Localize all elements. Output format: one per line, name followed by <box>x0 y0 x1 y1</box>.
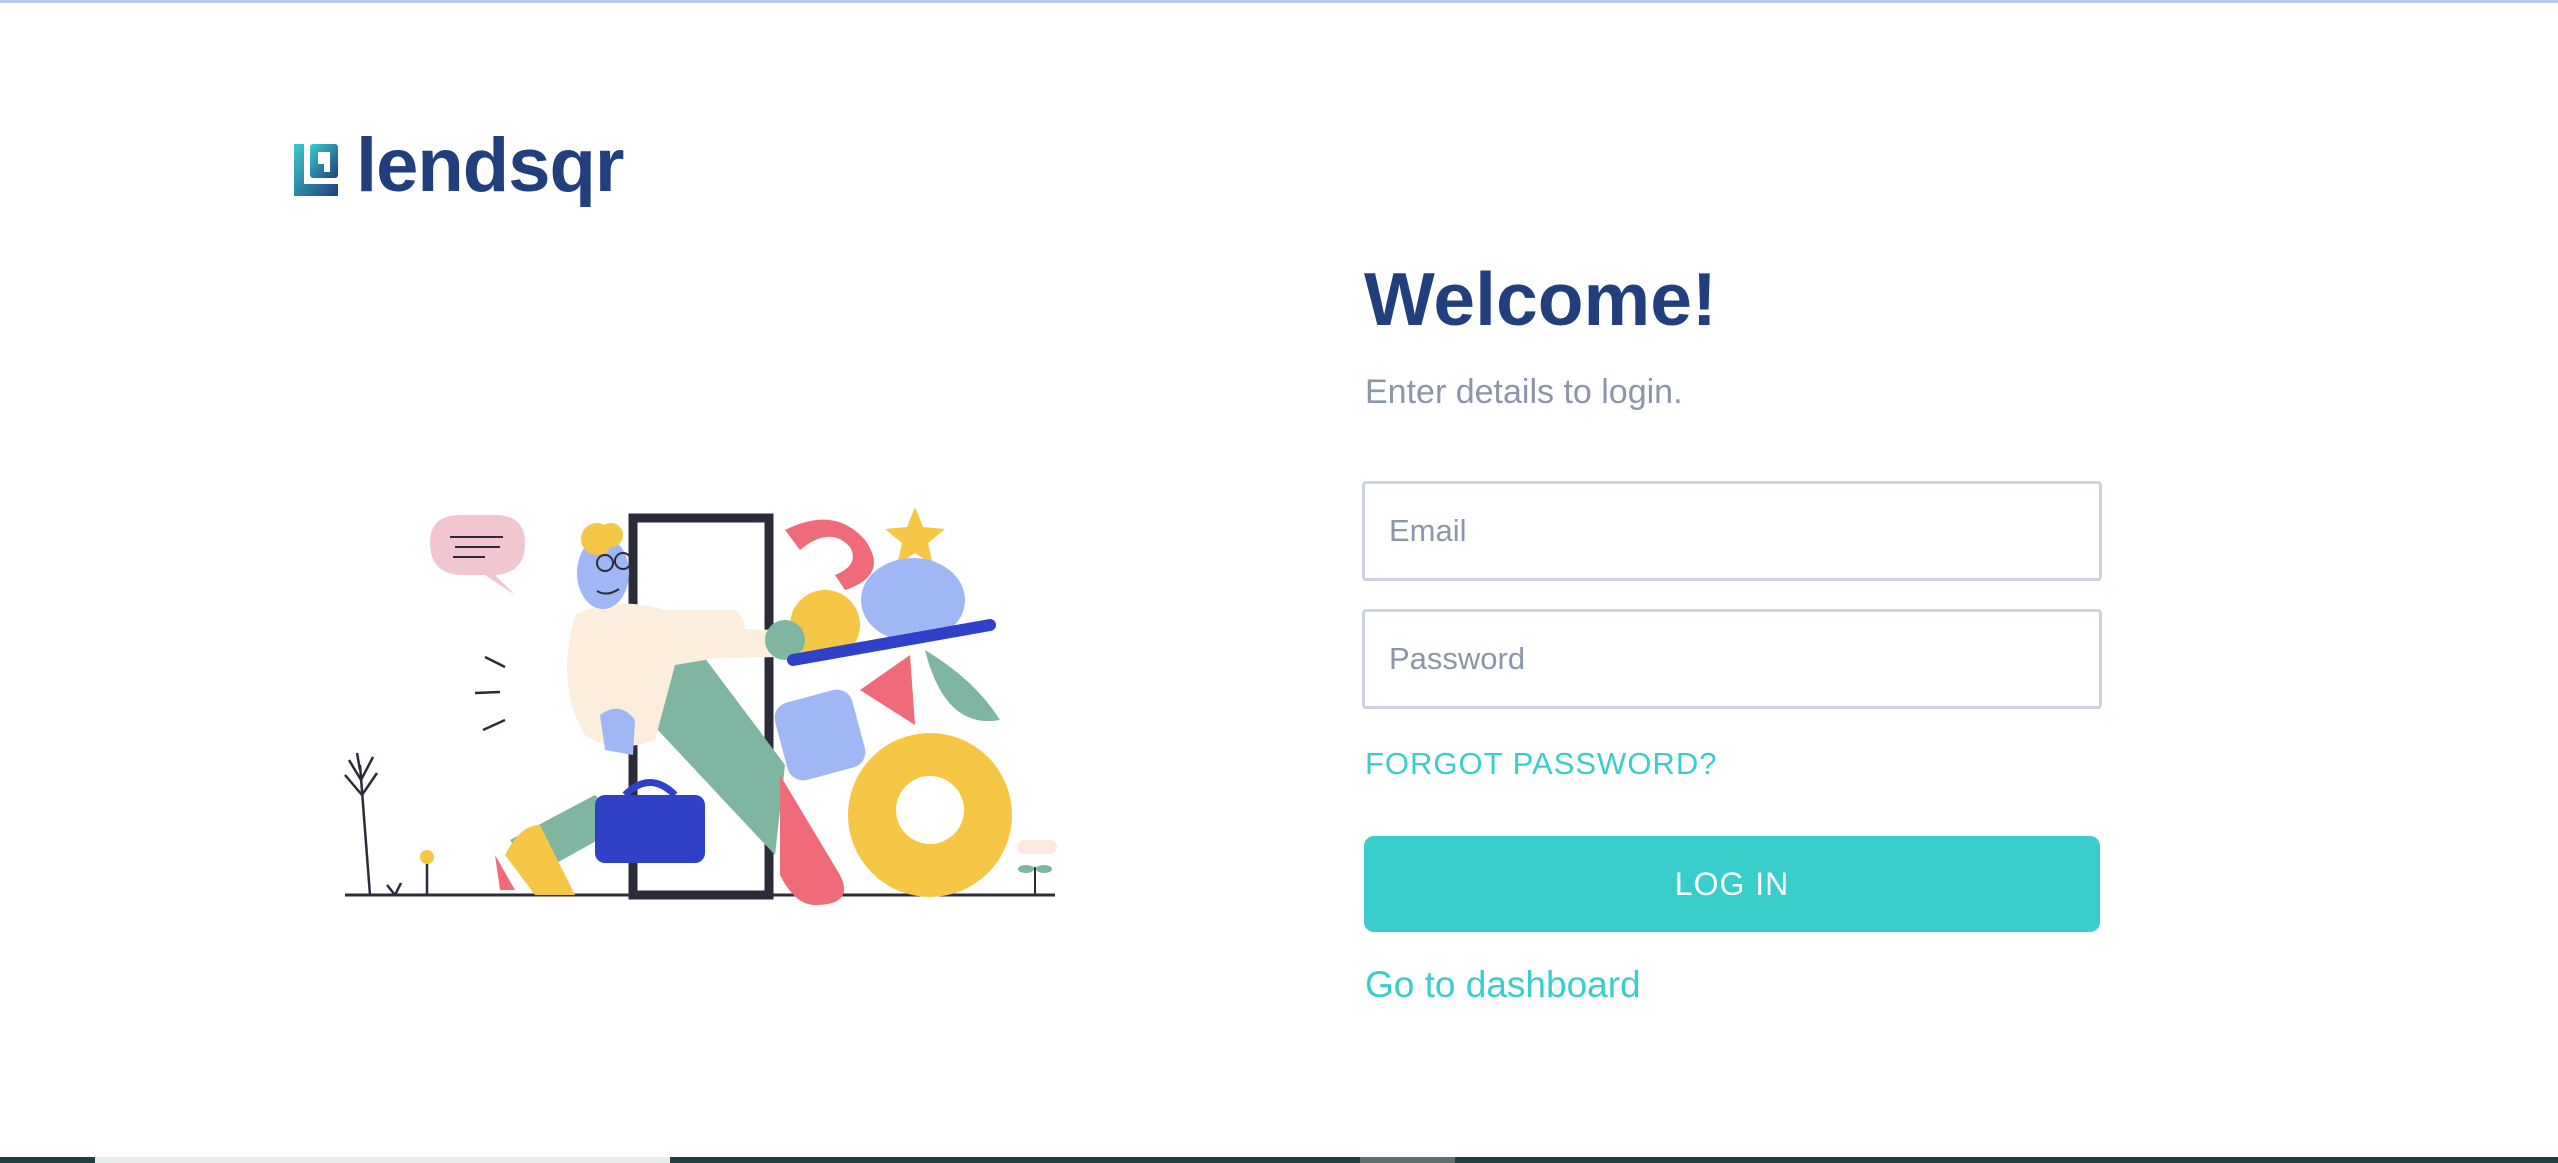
sign-in-illustration <box>344 507 1057 905</box>
top-border <box>0 0 2558 3</box>
password-field[interactable] <box>1362 609 2102 709</box>
login-subtitle: Enter details to login. <box>1365 373 1683 411</box>
forgot-password-link[interactable]: FORGOT PASSWORD? <box>1365 746 1717 782</box>
email-field[interactable] <box>1362 481 2102 581</box>
brand-logo: lendsqr <box>290 128 624 208</box>
page-title: Welcome! <box>1364 257 1717 341</box>
go-to-dashboard-link[interactable]: Go to dashboard <box>1365 964 1641 1006</box>
login-button[interactable]: LOG IN <box>1364 836 2100 932</box>
login-page: lendsqr Welcome! Enter details to login.… <box>0 0 2558 1163</box>
bottom-taskbar-strip <box>0 1157 2558 1163</box>
brand-name: lendsqr <box>356 123 624 208</box>
lendsqr-logo-mark-icon <box>294 144 338 196</box>
